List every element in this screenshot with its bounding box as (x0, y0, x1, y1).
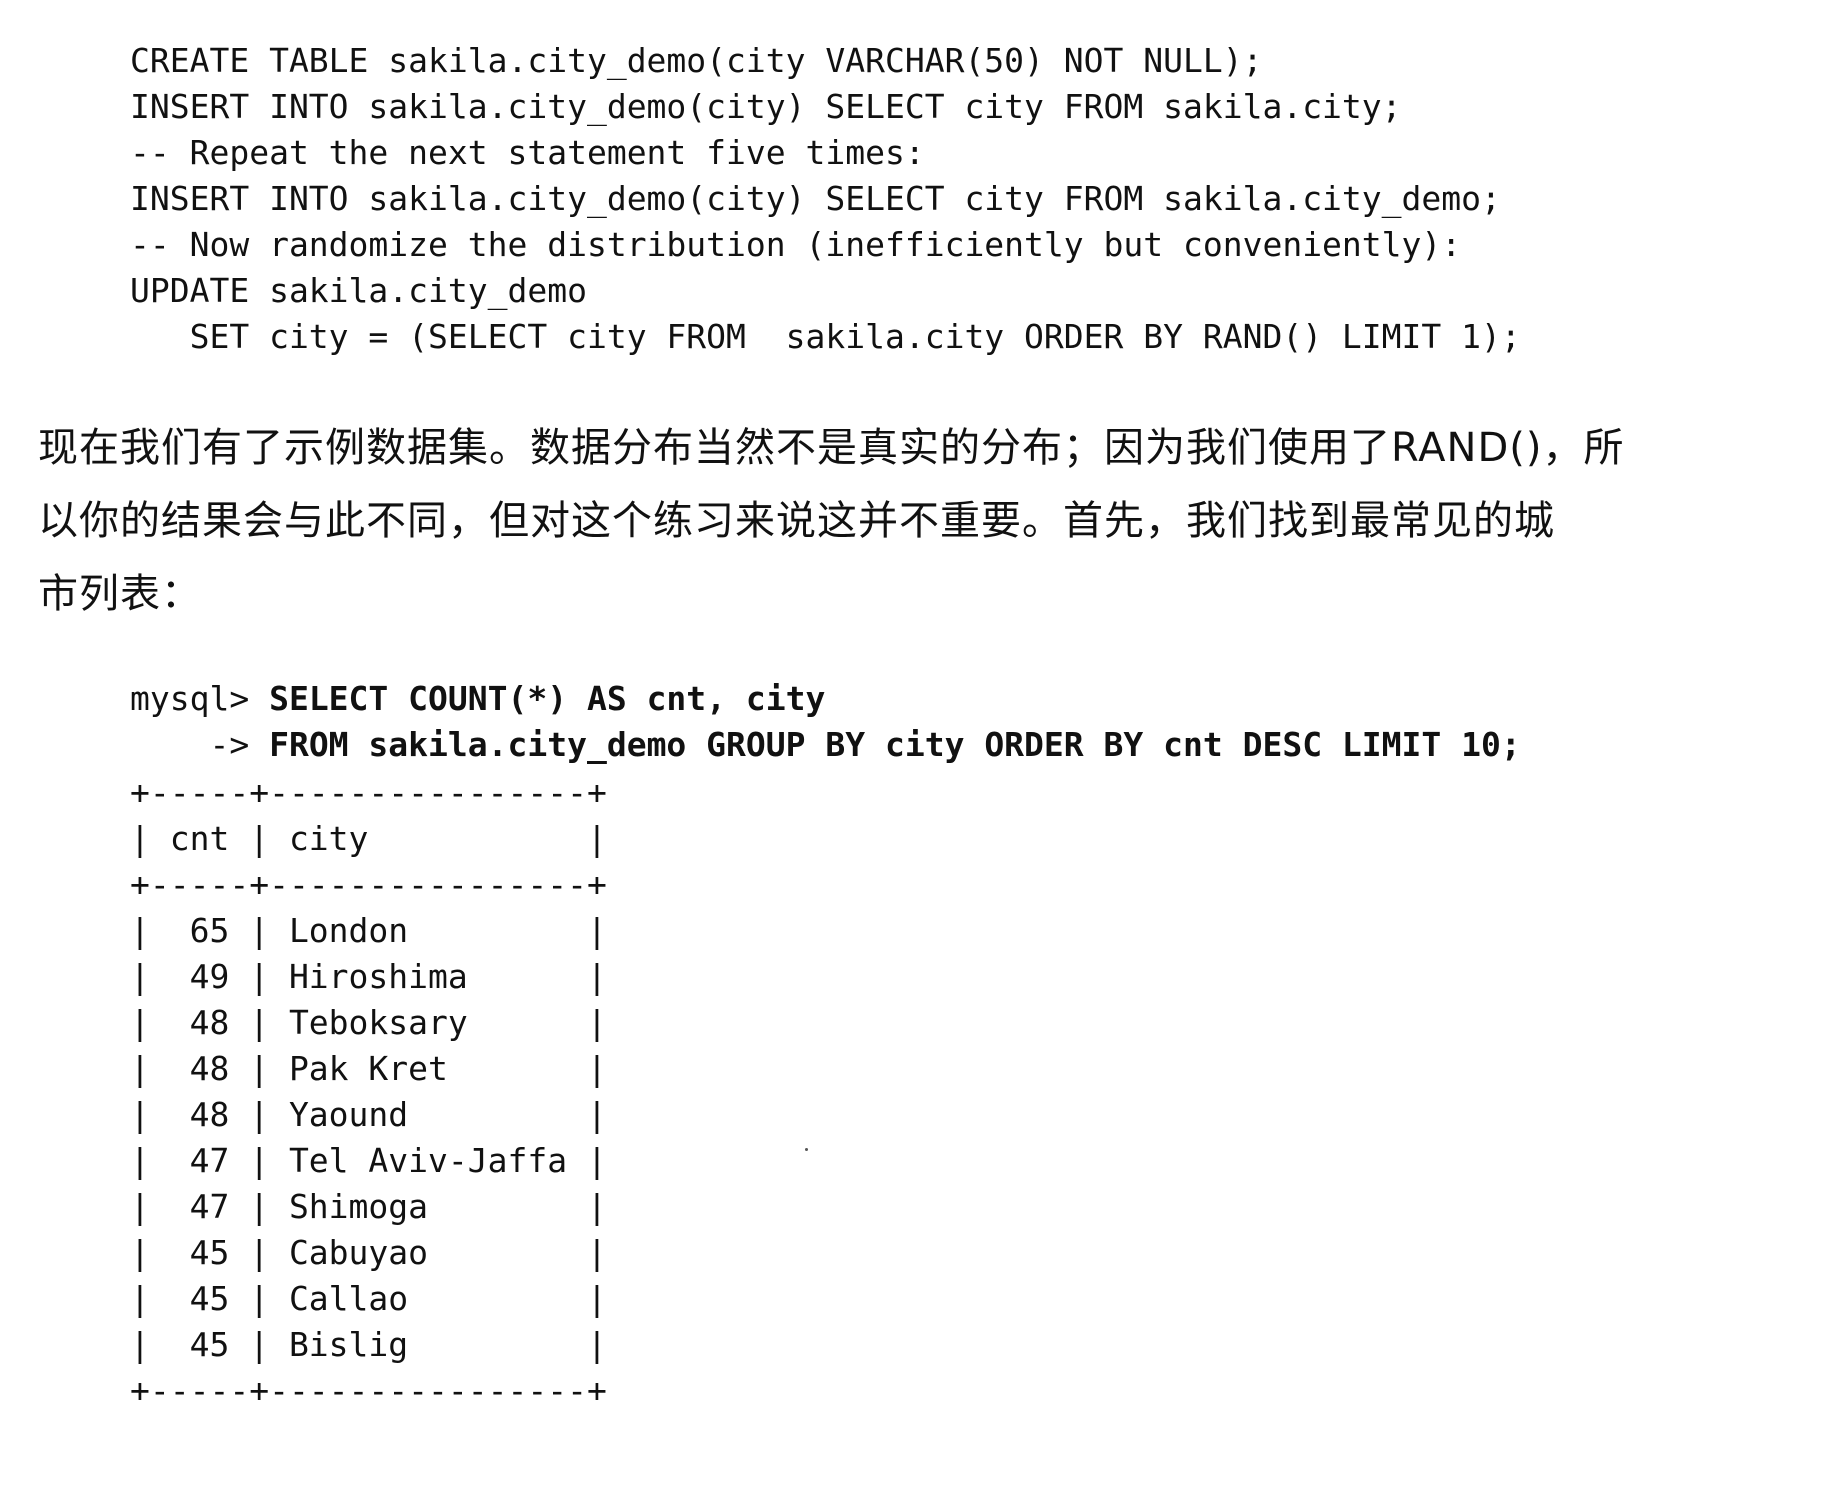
paragraph-line: 以你的结果会与此不同，但对这个练习来说这并不重要。首先，我们找到最常见的城 (38, 498, 1555, 544)
paragraph-line: 现在我们有了示例数据集。数据分布当然不是真实的分布；因为我们使用了RAND()，… (38, 425, 1625, 471)
table-row: | 48 | Teboksary | (130, 1003, 607, 1042)
table-row: | 45 | Bislig | (130, 1325, 607, 1364)
mysql-prompt: mysql> (130, 679, 270, 718)
code-line: CREATE TABLE sakila.city_demo(city VARCH… (130, 41, 1263, 80)
table-border: +-----+----------------+ (130, 1371, 607, 1410)
document-page: CREATE TABLE sakila.city_demo(city VARCH… (0, 0, 1836, 1500)
query-line-1: mysql> SELECT COUNT(*) AS cnt, city (130, 676, 1521, 722)
table-row: | 65 | London | (130, 911, 607, 950)
scan-speck (805, 1148, 808, 1151)
body-paragraph: 现在我们有了示例数据集。数据分布当然不是真实的分布；因为我们使用了RAND()，… (38, 412, 1808, 631)
continuation-prompt: -> (130, 725, 270, 764)
query-line-2: -> FROM sakila.city_demo GROUP BY city O… (130, 722, 1521, 768)
table-border: +-----+----------------+ (130, 865, 607, 904)
table-row: | 48 | Pak Kret | (130, 1049, 607, 1088)
table-row: | 47 | Tel Aviv-Jaffa | (130, 1141, 607, 1180)
table-row: | 48 | Yaound | (130, 1095, 607, 1134)
code-line: INSERT INTO sakila.city_demo(city) SELEC… (130, 87, 1402, 126)
code-comment-line: -- Now randomize the distribution (ineff… (130, 225, 1462, 264)
code-line: INSERT INTO sakila.city_demo(city) SELEC… (130, 179, 1501, 218)
query-text: FROM sakila.city_demo GROUP BY city ORDE… (269, 725, 1521, 764)
table-border: +-----+----------------+ (130, 773, 607, 812)
result-table: +-----+----------------+ | cnt | city | +-… (130, 770, 607, 1414)
paragraph-line: 市列表： (38, 571, 202, 617)
query-text: SELECT COUNT(*) AS cnt, city (269, 679, 826, 718)
code-line: UPDATE sakila.city_demo (130, 271, 587, 310)
table-row: | 45 | Callao | (130, 1279, 607, 1318)
table-row: | 49 | Hiroshima | (130, 957, 607, 996)
table-header: | cnt | city | (130, 819, 607, 858)
code-comment-line: -- Repeat the next statement five times: (130, 133, 925, 172)
setup-code-block: CREATE TABLE sakila.city_demo(city VARCH… (130, 38, 1521, 360)
table-row: | 45 | Cabuyao | (130, 1233, 607, 1272)
code-line: SET city = (SELECT city FROM sakila.city… (130, 317, 1521, 356)
table-row: | 47 | Shimoga | (130, 1187, 607, 1226)
query-code-block: mysql> SELECT COUNT(*) AS cnt, city -> F… (130, 676, 1521, 768)
